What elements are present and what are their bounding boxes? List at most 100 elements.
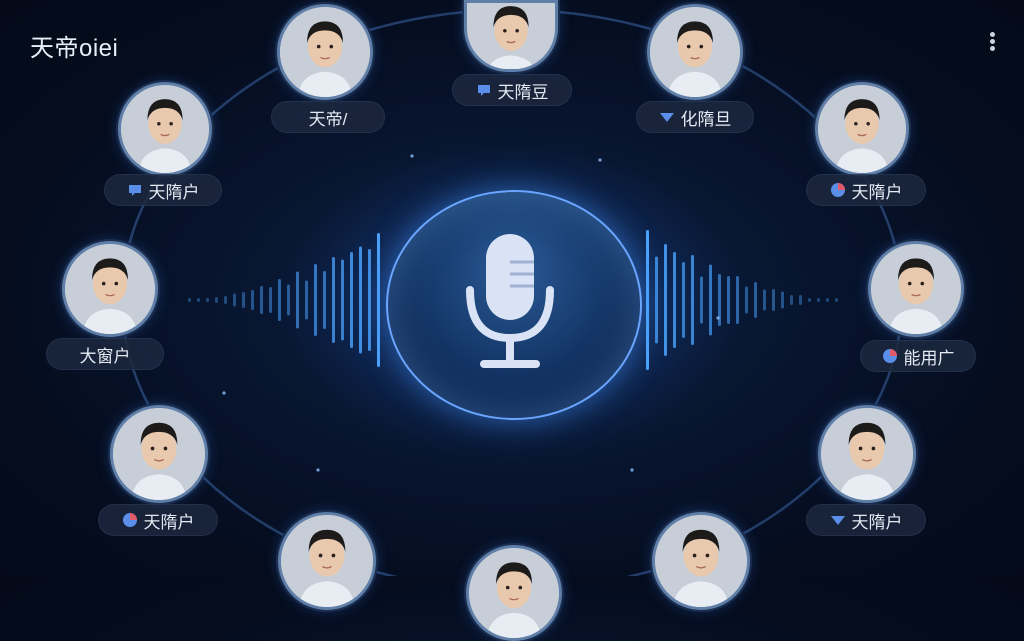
wave-bar <box>197 298 200 302</box>
wave-bar <box>332 257 335 343</box>
avatar-bottom-3[interactable] <box>652 512 750 610</box>
wave-bar <box>359 246 362 354</box>
wave-bar <box>260 286 263 314</box>
star-dot <box>598 158 602 162</box>
wave-bar <box>206 298 209 302</box>
wave-bar <box>664 244 667 356</box>
wave-bar <box>233 293 236 307</box>
wave-bar <box>709 264 712 336</box>
wave-bar <box>835 298 838 302</box>
more-menu-icon[interactable] <box>980 26 1004 54</box>
wave-bar <box>224 296 227 304</box>
name-tag-u2[interactable]: 天隋豆 <box>452 74 572 106</box>
star-dot <box>410 154 414 158</box>
name-label: 天隋户 <box>148 182 200 202</box>
wave-bar <box>691 255 694 345</box>
name-tag-u8[interactable]: 天隋户 <box>98 504 218 536</box>
person-badge-icon <box>882 348 898 364</box>
portrait-image <box>113 408 205 500</box>
speech-bubble-icon <box>476 82 492 98</box>
name-label: 天帝/ <box>308 109 348 129</box>
wave-bar <box>781 291 784 309</box>
portrait-image <box>467 3 555 69</box>
name-tag-u4[interactable]: 天隋户 <box>104 174 222 206</box>
wave-bar <box>305 280 308 320</box>
avatar-u3[interactable] <box>647 4 743 100</box>
wave-bar <box>215 297 218 303</box>
name-tag-u3[interactable]: 化隋旦 <box>636 101 754 133</box>
star-dot <box>630 468 634 472</box>
wave-bar <box>799 295 802 305</box>
avatar-u7[interactable] <box>868 241 964 337</box>
person-badge-icon <box>122 512 138 528</box>
name-label: 天隋户 <box>851 182 903 202</box>
name-tag-u9[interactable]: 天隋户 <box>806 504 926 536</box>
portrait-image <box>469 548 559 638</box>
wave-bar <box>188 298 191 302</box>
wave-bar <box>269 287 272 313</box>
wave-bar <box>790 295 793 305</box>
portrait-image <box>281 515 373 607</box>
wave-bar <box>736 276 739 324</box>
wave-bar <box>727 276 730 324</box>
star-dot <box>316 468 320 472</box>
portrait-image <box>121 85 209 173</box>
wave-bar <box>763 289 766 311</box>
name-tag-u7[interactable]: 能用广 <box>860 340 976 372</box>
person-badge-icon <box>830 182 846 198</box>
wave-bar <box>646 230 649 370</box>
wave-bar <box>350 252 353 348</box>
microphone-icon <box>466 234 554 368</box>
wave-bar <box>368 249 371 351</box>
triangle-down-icon <box>659 109 675 125</box>
name-label: 天隋户 <box>851 512 903 532</box>
portrait-image <box>871 244 961 334</box>
avatar-u5[interactable] <box>815 82 909 176</box>
wave-bar <box>745 286 748 314</box>
speech-bubble-icon <box>127 182 143 198</box>
wave-bar <box>808 298 811 302</box>
wave-bar <box>700 276 703 324</box>
portrait-image <box>818 85 906 173</box>
avatar-u4[interactable] <box>118 82 212 176</box>
name-tag-u5[interactable]: 天隋户 <box>806 174 926 206</box>
triangle-down-icon <box>830 512 846 528</box>
wave-bar <box>296 271 299 329</box>
avatar-u1[interactable] <box>277 4 373 100</box>
name-label: 大窗户 <box>79 346 131 366</box>
avatar-u8[interactable] <box>110 405 208 503</box>
name-label: 能用广 <box>903 348 955 368</box>
portrait-image <box>650 7 740 97</box>
portrait-image <box>655 515 747 607</box>
app-title: 天帝oiei <box>30 35 119 62</box>
wave-bar <box>754 282 757 318</box>
star-dot <box>222 391 226 395</box>
name-tag-u6[interactable]: 大窗户 <box>46 338 164 370</box>
avatar-u6[interactable] <box>62 241 158 337</box>
portrait-image <box>65 244 155 334</box>
wave-bar <box>772 289 775 311</box>
star-dot <box>716 316 720 320</box>
wave-bar <box>278 279 281 321</box>
portrait-image <box>821 408 913 500</box>
avatar-bottom-2[interactable] <box>466 545 562 641</box>
name-label: 天隋豆 <box>497 82 549 102</box>
wave-bar <box>314 264 317 336</box>
avatar-bottom-1[interactable] <box>278 512 376 610</box>
wave-bar <box>377 233 380 367</box>
avatar-u9[interactable] <box>818 405 916 503</box>
wave-bar <box>655 256 658 344</box>
name-tag-u1[interactable]: 天帝/ <box>271 101 385 133</box>
wave-bar <box>673 252 676 348</box>
wave-bar <box>341 259 344 341</box>
wave-bar <box>826 298 829 302</box>
portrait-image <box>280 7 370 97</box>
name-label: 天隋户 <box>143 512 195 532</box>
name-label: 化隋旦 <box>680 109 732 129</box>
wave-bar <box>251 290 254 310</box>
wave-bar <box>817 298 820 302</box>
microphone-button[interactable] <box>386 190 642 420</box>
wave-bar <box>682 262 685 338</box>
wave-bar <box>287 284 290 316</box>
wave-bar <box>323 271 326 329</box>
